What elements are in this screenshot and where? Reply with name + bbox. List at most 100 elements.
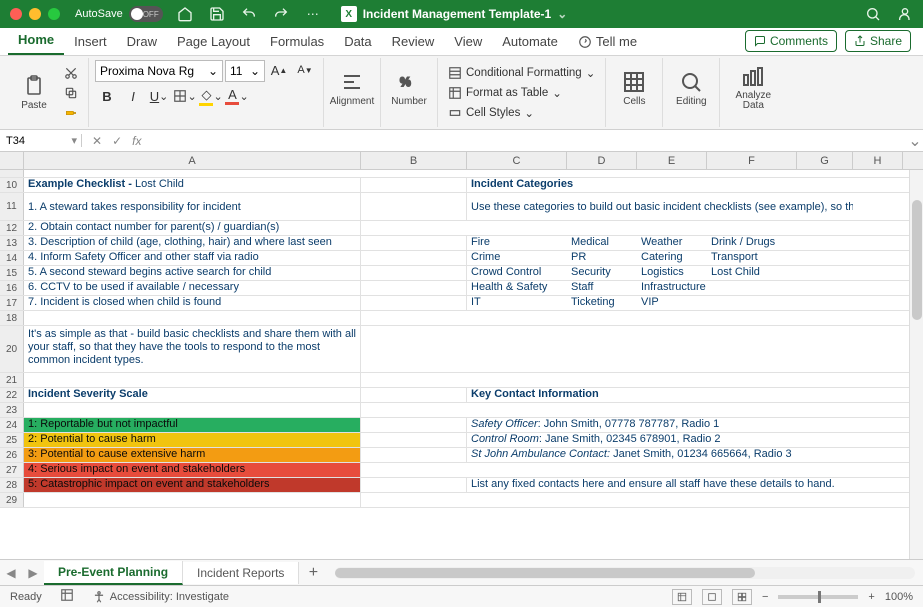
row-header[interactable]: 29 [0,493,24,507]
cell[interactable]: 4. Inform Safety Officer and other staff… [24,251,361,265]
chevron-down-icon[interactable]: ⌄ [557,7,567,21]
editing-button[interactable]: Editing [669,60,713,116]
number-button[interactable]: % Number [387,60,431,116]
borders-button[interactable]: ⌄ [173,86,197,106]
name-box[interactable]: T34▾ [0,134,82,147]
italic-button[interactable]: I [121,86,145,106]
increase-font-icon[interactable]: A▲ [267,60,291,80]
workbook-stats-icon[interactable] [60,588,74,605]
cell[interactable]: Lost Child [707,266,797,280]
cell[interactable]: Fire [467,236,567,250]
cell[interactable]: VIP [637,296,707,310]
cell[interactable]: Catering [637,251,707,265]
undo-icon[interactable] [241,6,257,22]
format-painter-icon[interactable] [60,104,82,122]
cell[interactable]: Ticketing [567,296,637,310]
zoom-slider[interactable] [778,595,858,599]
row-header[interactable]: 18 [0,311,24,325]
scrollbar-thumb[interactable] [335,568,755,578]
horizontal-scrollbar[interactable] [335,567,915,579]
col-header-g[interactable]: G [797,152,853,169]
cell[interactable] [24,493,361,507]
row-header[interactable]: 11 [0,193,24,220]
col-header-a[interactable]: A [24,152,361,169]
tab-review[interactable]: Review [382,28,445,55]
row-header[interactable]: 26 [0,448,24,462]
cell[interactable]: Logistics [637,266,707,280]
underline-button[interactable]: U⌄ [147,86,171,106]
row-header[interactable]: 25 [0,433,24,447]
cell[interactable]: 6. CCTV to be used if available / necess… [24,281,361,295]
cell-severity-2[interactable]: 2: Potential to cause harm [24,433,361,447]
minimize-window-button[interactable] [29,8,41,20]
row-header[interactable]: 10 [0,178,24,192]
font-size-combo[interactable]: 11⌄ [225,60,265,82]
tab-formulas[interactable]: Formulas [260,28,334,55]
row-header[interactable]: 16 [0,281,24,295]
cell[interactable]: IT [467,296,567,310]
cell[interactable]: Crowd Control [467,266,567,280]
cell[interactable]: 7. Incident is closed when child is foun… [24,296,361,310]
maximize-window-button[interactable] [48,8,60,20]
col-header-b[interactable]: B [361,152,467,169]
row-header[interactable]: 24 [0,418,24,432]
row-header[interactable]: 21 [0,373,24,387]
cell[interactable]: Health & Safety [467,281,567,295]
cell[interactable]: Key Contact Information [467,388,853,402]
row-header[interactable]: 23 [0,403,24,417]
home-icon[interactable] [177,6,193,22]
grid-rows[interactable]: 10 Example Checklist - Lost Child Incide… [0,170,923,559]
add-sheet-button[interactable]: + [299,564,327,582]
row-header[interactable]: 22 [0,388,24,402]
tab-draw[interactable]: Draw [117,28,167,55]
select-all-corner[interactable] [0,152,24,169]
cell[interactable]: 5. A second steward begins active search… [24,266,361,280]
vertical-scrollbar[interactable] [909,170,923,559]
fill-color-button[interactable]: ◇⌄ [199,86,223,106]
paste-button[interactable]: Paste [12,65,56,121]
alignment-button[interactable]: Alignment [330,60,374,116]
fx-icon[interactable]: fx [132,134,141,148]
normal-view-button[interactable] [672,589,692,605]
page-break-view-button[interactable] [732,589,752,605]
cell[interactable]: Staff [567,281,637,295]
bold-button[interactable]: B [95,86,119,106]
cell[interactable] [24,311,361,325]
comments-button[interactable]: Comments [745,30,837,52]
share-button[interactable]: Share [845,30,911,52]
cancel-formula-icon[interactable]: ✕ [92,134,102,148]
cell[interactable]: It's as simple as that - build basic che… [24,326,361,372]
tab-insert[interactable]: Insert [64,28,117,55]
sheet-tab-active[interactable]: Pre-Event Planning [44,561,183,585]
cell[interactable]: Weather [637,236,707,250]
cell[interactable]: Incident Categories [467,178,853,192]
cell[interactable]: Drink / Drugs [707,236,797,250]
col-header-f[interactable]: F [707,152,797,169]
cell[interactable]: Example Checklist - Lost Child [24,178,361,192]
cell-severity-3[interactable]: 3: Potential to cause extensive harm [24,448,361,462]
cell[interactable]: Crime [467,251,567,265]
row-header[interactable]: 12 [0,221,24,235]
row-header[interactable]: 28 [0,478,24,492]
cell[interactable]: Infrastructure [637,281,707,295]
decrease-font-icon[interactable]: A▼ [293,60,317,80]
conditional-formatting-button[interactable]: Conditional Formatting⌄ [444,63,599,83]
tab-automate[interactable]: Automate [492,28,568,55]
cell[interactable]: Security [567,266,637,280]
cell-styles-button[interactable]: Cell Styles⌄ [444,103,599,123]
cell-severity-5[interactable]: 5: Catastrophic impact on event and stak… [24,478,361,492]
tab-data[interactable]: Data [334,28,381,55]
cell[interactable]: Medical [567,236,637,250]
tab-view[interactable]: View [444,28,492,55]
tab-tell-me[interactable]: Tell me [568,28,647,55]
format-as-table-button[interactable]: Format as Table⌄ [444,83,599,103]
accessibility-status[interactable]: Accessibility: Investigate [92,590,229,604]
redo-icon[interactable] [273,6,289,22]
close-window-button[interactable] [10,8,22,20]
row-header[interactable]: 20 [0,326,24,372]
font-color-button[interactable]: A⌄ [225,86,249,106]
tab-page-layout[interactable]: Page Layout [167,28,260,55]
cell[interactable]: Transport [707,251,797,265]
cell[interactable] [24,403,361,417]
cell[interactable]: List any fixed contacts here and ensure … [467,478,853,492]
